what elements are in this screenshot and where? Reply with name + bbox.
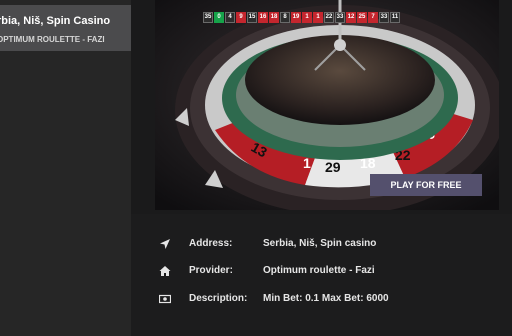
result-number: 0 xyxy=(214,12,224,23)
game-card-subtitle: OPTIMUM ROULETTE - FAZI xyxy=(0,35,105,44)
result-number: 8 xyxy=(280,12,290,23)
description-row: Description: Min Bet: 0.1 Max Bet: 6000 xyxy=(131,291,512,307)
address-row: Address: Serbia, Niš, Spin casino xyxy=(131,236,512,252)
result-number: 1 xyxy=(313,12,323,23)
provider-row: Provider: Optimum roulette - Fazi xyxy=(131,263,512,279)
result-number: 11 xyxy=(390,12,400,23)
provider-value: Optimum roulette - Fazi xyxy=(263,265,375,276)
game-card[interactable]: rbia, Niš, Spin Casino OPTIMUM ROULETTE … xyxy=(0,5,131,51)
result-number: 15 xyxy=(247,12,257,23)
recent-results-bar: 35 0 4 9 15 16 18 8 19 1 1 22 33 12 25 7 33 11 xyxy=(203,12,400,23)
left-panel: rbia, Niš, Spin Casino OPTIMUM ROULETTE … xyxy=(0,0,131,336)
result-number: 33 xyxy=(379,12,389,23)
address-value: Serbia, Niš, Spin casino xyxy=(263,238,377,249)
description-value: Min Bet: 0.1 Max Bet: 6000 xyxy=(263,293,389,304)
result-number: 16 xyxy=(258,12,268,23)
address-label: Address: xyxy=(189,238,233,249)
result-number: 25 xyxy=(357,12,367,23)
game-details: Address: Serbia, Niš, Spin casino Provid… xyxy=(131,214,512,336)
result-number: 4 xyxy=(225,12,235,23)
play-for-free-button[interactable]: PLAY FOR FREE xyxy=(370,174,482,196)
result-number: 33 xyxy=(335,12,345,23)
result-number: 7 xyxy=(368,12,378,23)
result-number: 12 xyxy=(346,12,356,23)
result-number: 35 xyxy=(203,12,213,23)
money-bill-icon xyxy=(159,294,171,304)
result-number: 22 xyxy=(324,12,334,23)
result-number: 19 xyxy=(291,12,301,23)
svg-text:29: 29 xyxy=(325,159,341,175)
result-number: 1 xyxy=(302,12,312,23)
provider-label: Provider: xyxy=(189,265,233,276)
game-card-title: rbia, Niš, Spin Casino xyxy=(0,15,111,27)
description-label: Description: xyxy=(189,293,248,304)
home-icon xyxy=(159,266,171,276)
result-number: 9 xyxy=(236,12,246,23)
result-number: 18 xyxy=(269,12,279,23)
location-arrow-icon xyxy=(160,239,170,249)
